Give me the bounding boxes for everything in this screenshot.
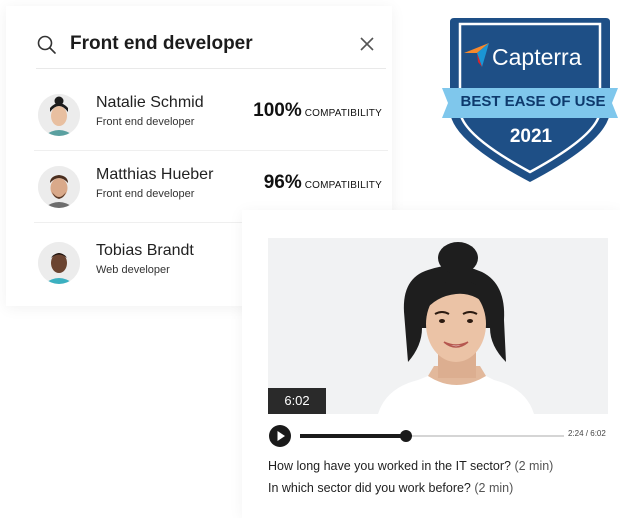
question-text: How long have you worked in the IT secto… [268,459,511,473]
video-progress-fill [300,434,406,438]
candidate-name: Tobias Brandt [96,242,194,259]
video-duration-badge: 6:02 [268,388,326,414]
compatibility-label: COMPATIBILITY [304,108,382,119]
candidate-row[interactable]: Natalie Schmid Front end developer 100% C… [34,84,388,151]
search-icon [37,35,56,54]
avatar [38,166,80,208]
question-item[interactable]: How long have you worked in the IT secto… [268,459,553,473]
candidate-role: Web developer [96,264,170,276]
compatibility-score: 96% COMPATIBILITY [264,172,382,194]
compatibility-label: COMPATIBILITY [304,180,382,191]
video-interview-card: 6:02 2:24 / 6:02 How long have you worke… [242,210,620,518]
avatar [38,94,80,136]
compatibility-score: 100% COMPATIBILITY [253,100,382,122]
badge-year: 2021 [509,126,553,147]
question-text: In which sector did you work before? [268,481,471,495]
question-item[interactable]: In which sector did you work before? (2 … [268,481,513,495]
video-time-readout: 2:24 / 6:02 [568,429,606,438]
candidate-role: Front end developer [96,188,195,200]
candidate-name: Matthias Hueber [96,166,214,183]
search-input[interactable]: Front end developer [70,28,253,60]
avatar [38,242,80,284]
capterra-award-badge: Capterra BEST EASE OF USE 2021 [440,14,620,189]
question-duration: (2 min) [514,459,554,473]
candidate-role: Front end developer [96,116,195,128]
play-button-icon[interactable] [268,424,292,448]
video-progress-bar[interactable] [300,430,564,442]
video-player[interactable]: 6:02 [268,238,608,414]
question-duration: (2 min) [474,481,514,495]
badge-brand: Capterra [492,44,582,70]
search-bar[interactable]: Front end developer [36,28,386,69]
badge-award-title: BEST EASE OF USE [460,93,606,110]
capterra-logo-icon [464,43,489,67]
close-icon[interactable] [358,35,376,53]
compatibility-value: 96% [263,172,302,193]
video-progress-handle[interactable] [399,430,412,442]
compatibility-value: 100% [253,100,302,121]
candidate-name: Natalie Schmid [96,94,204,111]
